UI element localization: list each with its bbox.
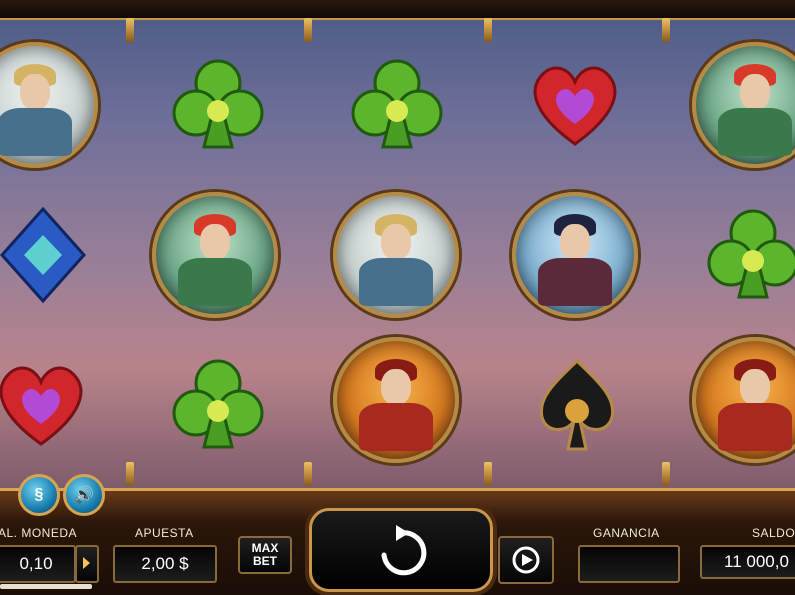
speaker-icon: 🔊: [74, 487, 94, 504]
top-lamp-icon: [662, 18, 670, 42]
tophat-man-icon: [692, 337, 795, 463]
top-frame: [0, 0, 795, 20]
reel-4-row-3: [512, 335, 642, 475]
blue-diamond-icon: [0, 206, 87, 304]
max-bet-button[interactable]: MAX BET: [238, 536, 292, 574]
green-club-icon: [707, 209, 795, 299]
bet-value-field: 2,00 $: [113, 545, 217, 583]
reel-1-row-2: [0, 185, 108, 325]
coin-slider[interactable]: [0, 584, 92, 589]
max-bet-label-bottom: BET: [253, 554, 277, 568]
bottom-lamp-icon: [126, 462, 134, 486]
mohawk-man-icon: [152, 192, 278, 318]
bottom-lamp-icon: [662, 462, 670, 486]
bottom-lamp-icon: [484, 462, 492, 486]
reel-4-row-1: [510, 35, 640, 175]
top-lamp-icon: [484, 18, 492, 42]
reel-5-row-3: [690, 330, 795, 470]
win-label: GANANCIA: [593, 526, 660, 540]
spin-button[interactable]: [309, 508, 493, 592]
reel-2-row-1: [153, 35, 283, 175]
tophat-man-icon: [333, 337, 459, 463]
coin-value-field: 0,10: [0, 545, 76, 583]
green-club-icon: [172, 59, 264, 149]
reel-2-row-2: [150, 185, 280, 325]
black-spade-icon: [539, 358, 615, 451]
top-lamp-icon: [304, 18, 312, 42]
goggles-man-icon: [0, 42, 98, 168]
bet-label: APUESTA: [135, 526, 194, 540]
balance-label: SALDO: [752, 526, 795, 540]
reel-5-row-1: [690, 35, 795, 175]
goggles-man-icon: [333, 192, 459, 318]
reel-5-row-2: [688, 185, 795, 325]
bottom-lamp-icon: [304, 462, 312, 486]
paytable-button[interactable]: §: [18, 474, 60, 516]
card-man-icon: [512, 192, 638, 318]
paytable-icon: §: [34, 486, 44, 503]
coin-value-label: AL. MONEDA: [0, 526, 78, 540]
autoplay-icon: [512, 546, 540, 574]
sound-button[interactable]: 🔊: [63, 474, 105, 516]
reel-4-row-2: [510, 185, 640, 325]
reel-3-row-1: [332, 35, 462, 175]
red-heart-icon: [533, 66, 617, 146]
reel-1-row-1: [0, 35, 100, 175]
green-club-icon: [351, 59, 443, 149]
reel-3-row-2: [331, 185, 461, 325]
reel-1-row-3: [0, 335, 106, 475]
win-value-field: [578, 545, 680, 583]
coin-increase-button[interactable]: [75, 545, 99, 583]
reel-2-row-3: [153, 335, 283, 475]
red-heart-icon: [0, 366, 83, 446]
autoplay-button[interactable]: [498, 536, 554, 584]
green-club-icon: [172, 359, 264, 449]
mohawk-man-icon: [692, 42, 795, 168]
spin-arrow-icon: [381, 525, 427, 576]
reel-3-row-3: [331, 330, 461, 470]
slot-game-screen: § 🔊 AL. MONEDA 0,10 APUESTA 2,00 $ MAX B…: [0, 0, 795, 595]
top-lamp-icon: [126, 18, 134, 42]
balance-value-field: 11 000,0: [700, 545, 795, 579]
